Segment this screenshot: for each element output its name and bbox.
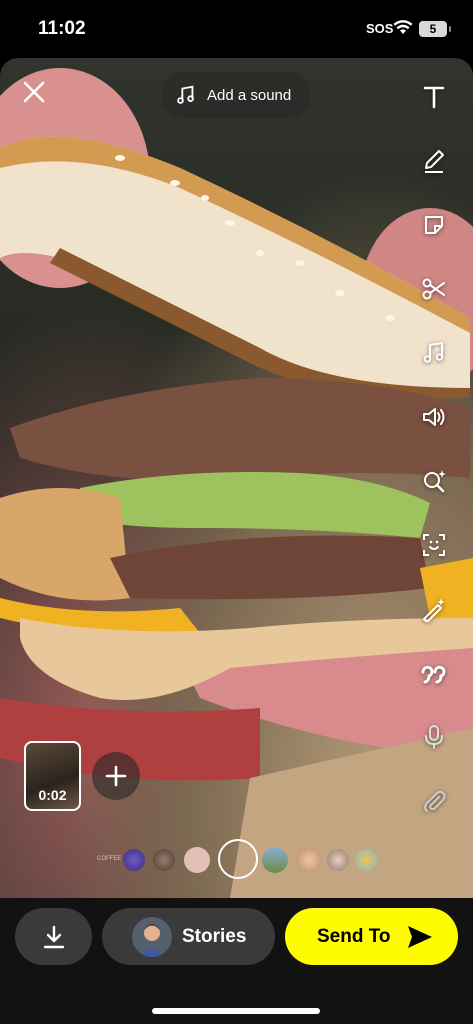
- volume-tool-button[interactable]: [413, 396, 455, 438]
- download-icon: [43, 925, 64, 948]
- magic-wand-icon: [423, 598, 445, 622]
- lens-search-button[interactable]: [413, 460, 455, 502]
- battery-indicator: 5: [419, 21, 451, 37]
- music-note-icon: [423, 341, 444, 363]
- sticker-icon: [425, 216, 443, 234]
- close-button[interactable]: [18, 76, 50, 108]
- magic-wand-button[interactable]: [413, 588, 455, 630]
- microphone-button[interactable]: [413, 716, 455, 758]
- lens-item[interactable]: [327, 849, 349, 871]
- add-sound-button[interactable]: Add a sound: [161, 72, 311, 118]
- microphone-icon: [425, 725, 443, 749]
- stories-label: Stories: [182, 925, 247, 947]
- lens-label: COFFEE: [97, 856, 122, 862]
- sticker-tool-button[interactable]: [413, 204, 455, 246]
- plus-icon: [105, 765, 127, 787]
- scan-button[interactable]: [413, 524, 455, 566]
- send-arrow-icon: [407, 925, 432, 948]
- capture-button[interactable]: [218, 839, 258, 879]
- lens-item[interactable]: [184, 847, 210, 873]
- quote-button[interactable]: [413, 652, 455, 694]
- music-tool-button[interactable]: [413, 332, 455, 374]
- scan-icon: [423, 534, 445, 556]
- sos-indicator: SOS: [366, 21, 394, 36]
- lens-search-icon: [424, 470, 446, 493]
- paperclip-icon: [424, 790, 446, 812]
- scissors-tool-button[interactable]: [413, 268, 455, 310]
- send-to-button[interactable]: Send To: [285, 908, 458, 965]
- lens-item[interactable]: [355, 849, 377, 871]
- status-time: 11:02: [38, 18, 86, 39]
- quote-icon: [421, 665, 446, 684]
- lens-item[interactable]: [296, 847, 322, 873]
- pencil-icon: [425, 150, 444, 173]
- lens-item[interactable]: [262, 847, 288, 873]
- download-button[interactable]: [15, 908, 92, 965]
- clip-duration: 0:02: [38, 787, 67, 803]
- lens-item[interactable]: [123, 849, 145, 871]
- add-sound-label: Add a sound: [207, 86, 292, 104]
- avatar: [132, 916, 172, 957]
- lens-item[interactable]: [153, 849, 175, 871]
- home-indicator: [152, 1008, 320, 1014]
- stories-button[interactable]: Stories: [102, 908, 275, 965]
- wifi-icon: [393, 19, 413, 40]
- music-note-icon: [177, 85, 194, 104]
- add-clip-button[interactable]: [92, 752, 140, 800]
- clip-thumbnail[interactable]: 0:02: [24, 741, 81, 811]
- scissors-icon: [422, 278, 445, 300]
- bitmoji-avatar-icon: [140, 923, 164, 957]
- attachment-button[interactable]: [413, 780, 455, 822]
- text-tool-icon: [423, 86, 445, 109]
- text-tool-button[interactable]: [413, 76, 455, 118]
- status-bar: 11:02 SOS 5: [0, 0, 473, 58]
- volume-icon: [423, 408, 445, 426]
- bottom-action-bar: Stories Send To: [0, 898, 473, 1024]
- send-to-label: Send To: [317, 925, 391, 947]
- draw-tool-button[interactable]: [413, 140, 455, 182]
- close-icon: [23, 81, 45, 103]
